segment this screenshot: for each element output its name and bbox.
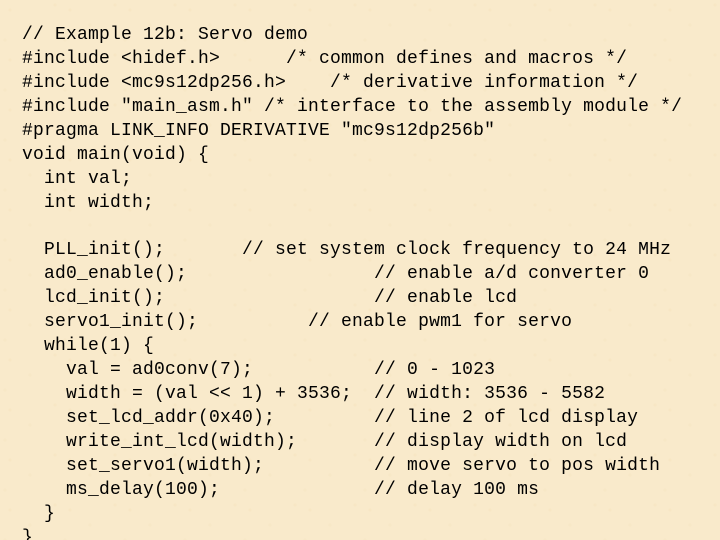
code-line: int val; — [22, 169, 132, 189]
code-line: } — [22, 528, 33, 540]
code-line: set_lcd_addr(0x40); // line 2 of lcd dis… — [22, 408, 638, 428]
code-line: ms_delay(100); // delay 100 ms — [22, 480, 539, 500]
code-line: lcd_init(); // enable lcd — [22, 288, 517, 308]
code-line: while(1) { — [22, 336, 154, 356]
code-line: // Example 12b: Servo demo — [22, 25, 308, 45]
code-line: servo1_init(); // enable pwm1 for servo — [22, 312, 572, 332]
code-line: PLL_init(); // set system clock frequenc… — [22, 240, 671, 260]
code-line: int width; — [22, 193, 154, 213]
code-line: #include <hidef.h> /* common defines and… — [22, 49, 627, 69]
code-block: // Example 12b: Servo demo #include <hid… — [0, 0, 720, 540]
code-line: } — [22, 504, 55, 524]
code-line: val = ad0conv(7); // 0 - 1023 — [22, 360, 495, 380]
code-line: write_int_lcd(width); // display width o… — [22, 432, 627, 452]
code-line: set_servo1(width); // move servo to pos … — [22, 456, 660, 476]
code-line: width = (val << 1) + 3536; // width: 353… — [22, 384, 605, 404]
code-line: #pragma LINK_INFO DERIVATIVE "mc9s12dp25… — [22, 121, 495, 141]
code-line: #include "main_asm.h" /* interface to th… — [22, 97, 682, 117]
code-line: void main(void) { — [22, 145, 209, 165]
code-line: ad0_enable(); // enable a/d converter 0 — [22, 264, 649, 284]
code-line: #include <mc9s12dp256.h> /* derivative i… — [22, 73, 638, 93]
